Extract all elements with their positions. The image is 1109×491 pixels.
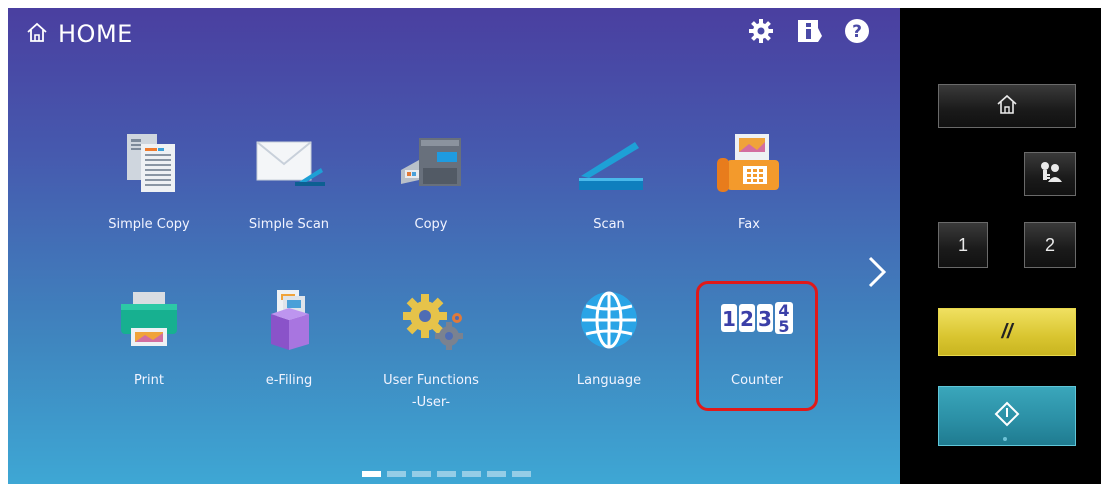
tile-label-line2: -User- [411, 395, 451, 410]
tile-label: Simple Scan [248, 217, 330, 232]
app-simple-copy[interactable]: Simple Copy [84, 132, 214, 242]
page-dot[interactable] [437, 471, 456, 477]
app-print[interactable]: Print [84, 288, 214, 398]
tile-label: Simple Copy [108, 217, 190, 232]
tile-label: User Functions -User- [366, 370, 496, 414]
header-toolbar: ? [746, 16, 872, 46]
app-user-functions[interactable]: User Functions -User- [366, 288, 496, 410]
info-icon[interactable] [794, 16, 824, 46]
tile-label: Print [134, 373, 164, 388]
app-simple-scan[interactable]: Simple Scan [224, 132, 354, 242]
page-dot[interactable] [487, 471, 506, 477]
e-filing-box-icon [251, 288, 327, 352]
job-two-button[interactable]: 2 [1024, 222, 1076, 268]
tile-label: Language [576, 373, 642, 388]
copier-icon [393, 132, 469, 196]
counter-highlight-annotation [696, 281, 818, 411]
app-copy[interactable]: Copy [366, 132, 496, 242]
reset-label: // [1001, 320, 1013, 343]
page-dot[interactable] [412, 471, 431, 477]
start-button[interactable] [938, 386, 1076, 446]
home-hard-button[interactable] [938, 84, 1076, 128]
user-access-button[interactable] [1024, 152, 1076, 196]
svg-text:?: ? [852, 22, 862, 42]
header-home[interactable]: HOME [26, 20, 133, 48]
app-scan[interactable]: Scan [544, 132, 674, 242]
page-dot[interactable] [387, 471, 406, 477]
app-e-filing[interactable]: e-Filing [224, 288, 354, 398]
home-outline-icon [26, 21, 48, 47]
device-frame: HOME ? Simple Copy Simple Scan Copy Scan… [0, 0, 1109, 491]
page-dot[interactable] [512, 471, 531, 477]
page-indicator [362, 471, 531, 477]
globe-icon [571, 288, 647, 352]
job-two-label: 2 [1044, 234, 1055, 255]
touch-screen: HOME ? Simple Copy Simple Scan Copy Scan… [8, 8, 900, 484]
app-fax[interactable]: Fax [684, 132, 814, 242]
tile-label-line1: User Functions [383, 373, 479, 388]
users-key-icon [1037, 160, 1063, 189]
tile-label: Fax [738, 217, 760, 232]
app-language[interactable]: Language [544, 288, 674, 398]
tile-label: Copy [414, 217, 448, 232]
home-outline-icon [996, 93, 1018, 120]
page-dot[interactable] [362, 471, 381, 477]
start-indicator-led [1003, 437, 1007, 441]
gears-icon [393, 288, 469, 352]
settings-gear-icon[interactable] [746, 16, 776, 46]
simple-copy-icon [111, 132, 187, 196]
page-title: HOME [58, 20, 133, 48]
simple-scan-icon [251, 132, 327, 196]
next-page-chevron-icon[interactable] [864, 254, 890, 290]
reset-button[interactable]: // [938, 308, 1076, 356]
job-one-label: 1 [957, 234, 968, 255]
tile-label: e-Filing [265, 373, 313, 388]
page-dot[interactable] [462, 471, 481, 477]
fax-icon [711, 132, 787, 196]
job-one-button[interactable]: 1 [938, 222, 988, 268]
tile-label: Scan [593, 217, 625, 232]
start-diamond-icon [994, 401, 1020, 432]
scanner-icon [571, 132, 647, 196]
printer-icon [111, 288, 187, 352]
help-question-icon[interactable]: ? [842, 16, 872, 46]
